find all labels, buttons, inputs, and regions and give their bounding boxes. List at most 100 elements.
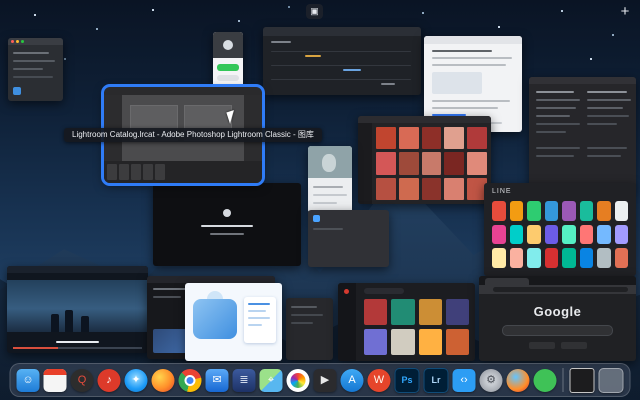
window-titlebar [7,266,148,273]
dock-photoshop-icon[interactable]: Ps [395,368,420,393]
lightroom-glyph: Lr [432,376,441,385]
text-line [587,91,627,93]
dock-photos-icon[interactable] [287,369,310,392]
dock-vscode-icon[interactable]: ‹› [453,369,476,392]
dock-firefox-developer-icon[interactable] [507,369,530,392]
tile [527,248,541,268]
dock-app-store-icon[interactable]: A [341,369,364,392]
dock-trash-icon[interactable] [599,368,624,393]
tile [527,225,541,245]
preview-image [308,146,352,178]
window-titlebar [358,116,491,123]
window-installer-dialog[interactable] [213,32,243,91]
video-player-glyph: ▶ [321,375,329,386]
lightroom-filmstrip [104,161,262,183]
tile [399,152,419,174]
dock-screenshot-window-icon[interactable] [570,368,595,393]
dock-weibo-icon[interactable]: W [368,369,391,392]
sidebar [338,283,356,361]
tile [580,248,594,268]
browser-toolbar [479,285,636,294]
text-line [587,99,631,101]
tile [444,178,464,200]
dock-qq-icon[interactable]: Q [71,369,94,392]
window-panel-small[interactable] [286,298,333,360]
app-store-glyph: A [348,375,355,386]
text-line [432,107,498,109]
weibo-glyph: W [374,375,384,386]
window-calendar-dark[interactable] [263,27,421,95]
grid-line [271,51,411,52]
space-indicator-icon[interactable]: ▣ [306,4,323,19]
window-photo-manager[interactable] [358,116,491,204]
window-editor-empty[interactable] [308,210,389,267]
window-icon-board[interactable]: LINE [484,183,636,276]
text-line [291,306,317,308]
window-video-player[interactable] [7,266,148,353]
text-line [587,155,621,157]
tile [545,201,559,221]
grid-line [271,79,411,80]
google-buttons [479,342,636,349]
text-line [13,52,49,54]
traffic-light-buttons [11,40,24,43]
dock-calendar-icon[interactable] [44,369,67,392]
tile [597,225,611,245]
tile [444,152,464,174]
grid-line [271,65,411,66]
maps-glyph: ⌖ [268,375,274,386]
wallpaper-stars [0,0,2,2]
text-line [13,76,53,78]
vscode-glyph: ‹› [460,375,467,386]
text-line [432,50,492,52]
window-notes-dark[interactable] [529,77,636,190]
tile [446,299,469,325]
tile [562,248,576,268]
sidebar [358,123,372,204]
dock-finder-icon[interactable]: ☺ [17,369,40,392]
dock-books-icon[interactable]: ≣ [233,369,256,392]
window-browser-google[interactable]: Google [479,276,636,361]
window-terminal-mini[interactable] [8,38,63,101]
books-glyph: ≣ [239,375,248,386]
dock-mail-icon[interactable]: ✉ [206,369,229,392]
window-preview-light[interactable] [308,146,352,213]
filmstrip-thumb [131,164,141,180]
add-desktop-button[interactable]: + [616,2,634,20]
text-line [313,202,337,204]
app-logo-icon [344,289,349,294]
tile [492,201,506,221]
text-line [313,228,343,230]
window-titlebar [104,87,262,95]
secondary-button [217,75,239,81]
dock-safari-icon[interactable]: ✦ [125,369,148,392]
dock-maps-icon[interactable]: ⌖ [260,369,283,392]
event-chip [305,55,321,57]
google-logo: Google [479,304,636,319]
dock-video-player-icon[interactable]: ▶ [314,369,337,392]
minimize-icon [16,40,19,43]
dock-lightroom-icon[interactable]: Lr [424,368,449,393]
close-icon [11,40,14,43]
progress-bar [13,347,142,349]
text-line [313,186,343,188]
text-line [313,194,347,196]
text-line [13,68,43,70]
dock-netease-music-icon[interactable]: ♪ [98,369,121,392]
tile [376,152,396,174]
illustration-shape [193,299,237,339]
dock-system-preferences-icon[interactable]: ⚙ [480,369,503,392]
dock-chrome-icon[interactable] [179,369,202,392]
text-line [536,131,566,133]
window-music-grid[interactable] [338,283,475,361]
dock-wechat-icon[interactable] [534,369,557,392]
text-line [248,310,266,312]
app-icon [313,215,320,222]
window-illustration[interactable] [185,283,282,361]
window-presentation-dark[interactable] [153,183,301,266]
dock-firefox-icon[interactable] [152,369,175,392]
dock-divider [563,368,564,392]
tile [399,178,419,200]
google-lucky-button [561,342,587,349]
tile [399,127,419,149]
